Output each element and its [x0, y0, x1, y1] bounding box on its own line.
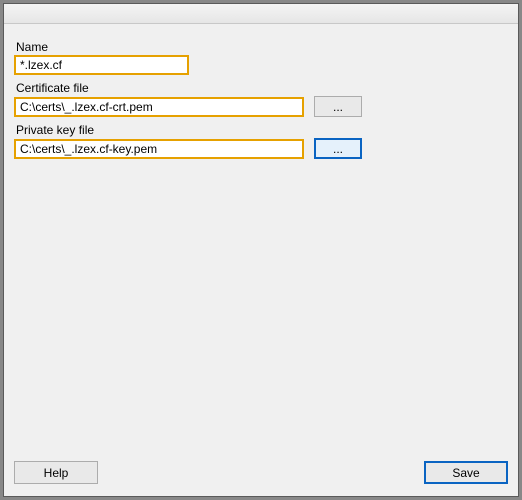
keyfile-browse-button[interactable]: ...	[314, 138, 362, 159]
dialog-window: Name Certificate file ... Private key fi…	[3, 3, 519, 497]
name-input[interactable]	[14, 55, 189, 75]
help-button[interactable]: Help	[14, 461, 98, 484]
save-button[interactable]: Save	[424, 461, 508, 484]
certfile-label: Certificate file	[14, 81, 508, 95]
keyfile-input[interactable]	[14, 139, 304, 159]
certfile-row: ...	[14, 96, 508, 117]
keyfile-label: Private key file	[14, 123, 508, 137]
certfile-browse-button[interactable]: ...	[314, 96, 362, 117]
name-label: Name	[14, 40, 508, 54]
keyfile-row: ...	[14, 138, 508, 159]
form-content: Name Certificate file ... Private key fi…	[14, 34, 508, 448]
titlebar	[4, 4, 518, 24]
dialog-footer: Help Save	[14, 461, 508, 484]
certfile-input[interactable]	[14, 97, 304, 117]
